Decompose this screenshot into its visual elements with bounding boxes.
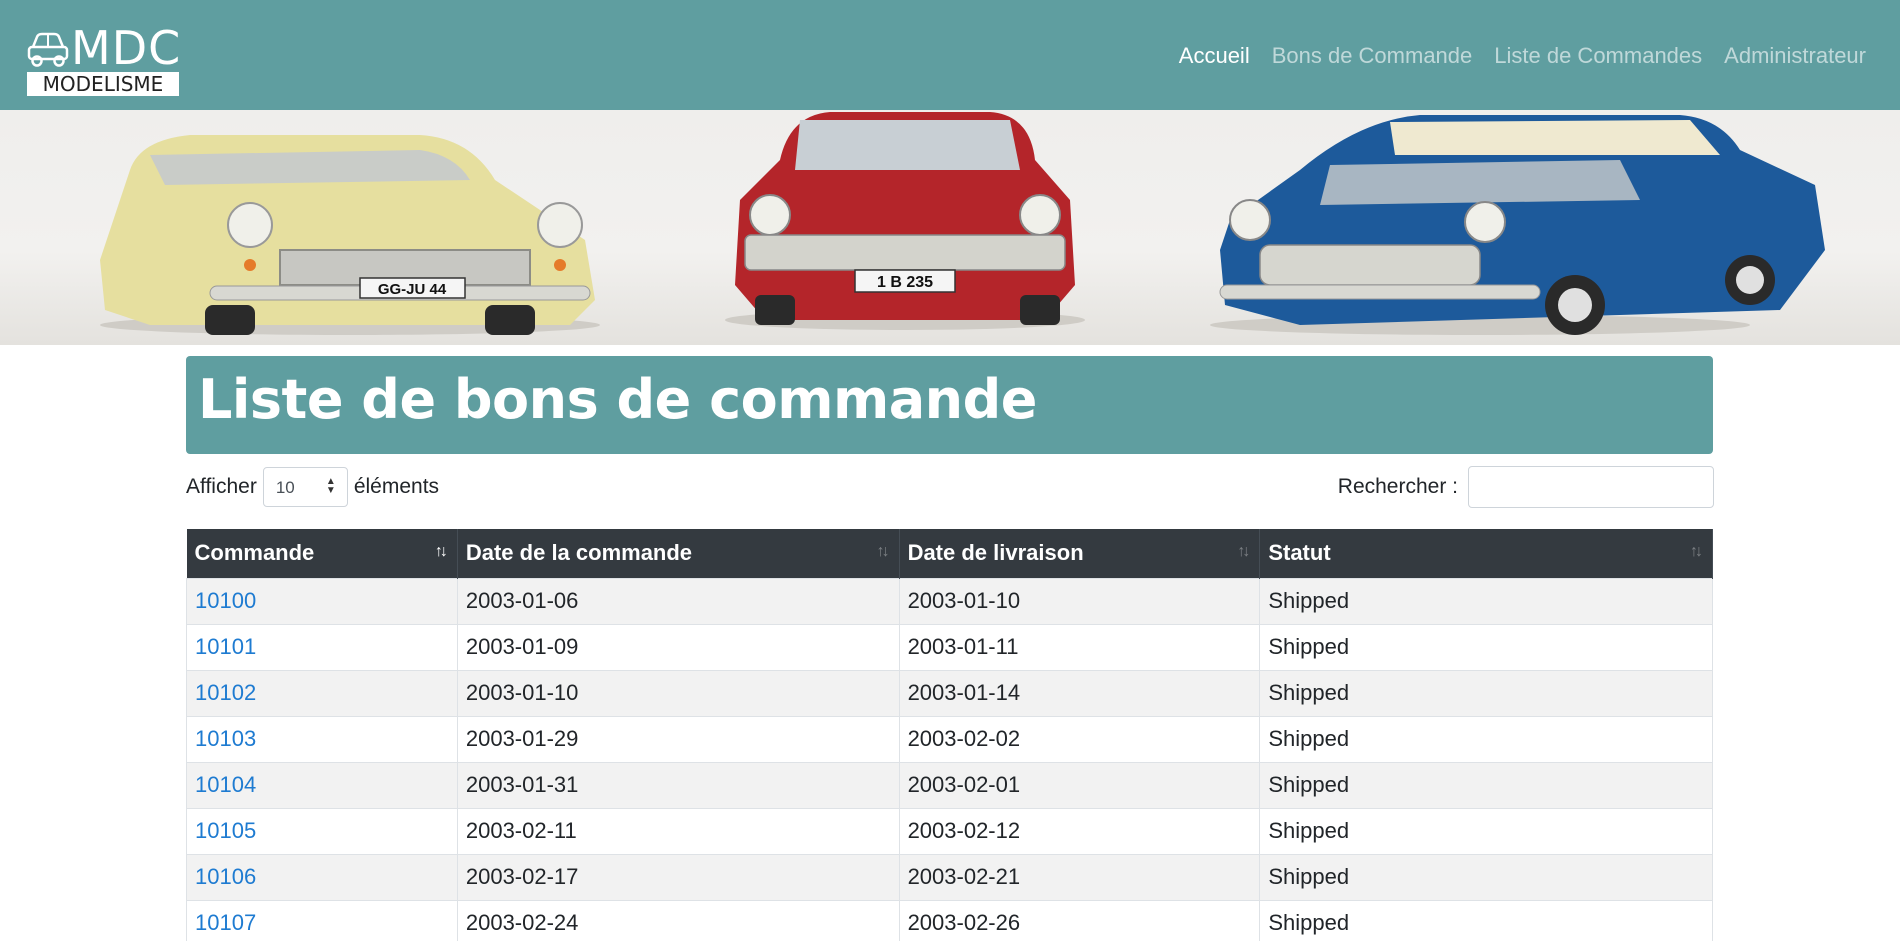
column-header-date-commande[interactable]: Date de la commande ↑↓ <box>457 529 900 578</box>
delivery-date-cell: 2003-02-12 <box>899 807 1261 854</box>
red-car-plate: 1 B 235 <box>877 274 933 291</box>
orders-table: Commande ↑↓ Date de la commande ↑↓ Date de… <box>186 529 1713 941</box>
page-title-bar: Liste de bons de commande <box>186 356 1713 454</box>
nav-link-administrateur[interactable]: Administrateur <box>1724 43 1866 69</box>
page-length-control: Afficher 10 ▲ ▼ éléments <box>186 466 439 508</box>
delivery-date-cell: 2003-02-26 <box>899 899 1261 941</box>
order-link[interactable]: 10100 <box>195 588 256 613</box>
order-date-cell: 2003-02-17 <box>457 853 900 900</box>
brand-subtitle: MODELISME <box>27 72 179 96</box>
search-label: Rechercher : <box>1337 475 1458 498</box>
table-row: 10101 2003-01-09 2003-01-11 Shipped <box>186 623 1713 670</box>
order-date-cell: 2003-01-09 <box>457 623 900 670</box>
table-header-row: Commande ↑↓ Date de la commande ↑↓ Date de… <box>186 529 1713 578</box>
navbar: MDC MODELISME Accueil Bons de Commande L… <box>0 0 1900 110</box>
main-nav: Accueil Bons de Commande Liste de Comman… <box>1179 43 1866 69</box>
sort-icon: ↑↓ <box>1237 543 1250 560</box>
column-header-statut[interactable]: Statut ↑↓ <box>1259 529 1713 578</box>
nav-link-liste-de-commandes[interactable]: Liste de Commandes <box>1494 43 1702 69</box>
search-control: Rechercher : <box>1338 466 1714 508</box>
order-date-cell: 2003-02-11 <box>457 807 900 854</box>
status-cell: Shipped <box>1259 623 1713 670</box>
banner-cars-illustration: GG-JU 44 1 B 235 <box>100 112 1825 335</box>
sort-icon: ↑↓ <box>434 543 448 560</box>
order-link[interactable]: 10104 <box>195 772 256 797</box>
delivery-date-cell: 2003-01-14 <box>899 669 1261 716</box>
delivery-date-cell: 2003-01-11 <box>899 623 1261 670</box>
site-logo[interactable]: MDC MODELISME <box>27 23 180 96</box>
status-cell: Shipped <box>1259 761 1713 808</box>
table-row: 10100 2003-01-06 2003-01-10 Shipped <box>186 577 1713 624</box>
order-link[interactable]: 10106 <box>195 864 256 889</box>
delivery-date-cell: 2003-02-21 <box>899 853 1261 900</box>
show-prefix-label: Afficher <box>186 475 257 498</box>
order-date-cell: 2003-01-29 <box>457 715 900 762</box>
table-row: 10102 2003-01-10 2003-01-14 Shipped <box>186 669 1713 716</box>
status-cell: Shipped <box>1259 577 1713 624</box>
table-row: 10104 2003-01-31 2003-02-01 Shipped <box>186 761 1713 808</box>
car-icon <box>27 32 69 67</box>
brand-name: MDC <box>71 21 182 75</box>
status-cell: Shipped <box>1259 807 1713 854</box>
show-suffix-label: éléments <box>353 475 440 498</box>
yellow-car-plate: GG-JU 44 <box>378 281 447 298</box>
nav-link-accueil[interactable]: Accueil <box>1179 43 1250 69</box>
sort-icon: ↑↓ <box>876 543 890 560</box>
search-input[interactable] <box>1468 466 1714 508</box>
status-cell: Shipped <box>1259 669 1713 716</box>
status-cell: Shipped <box>1259 899 1713 941</box>
delivery-date-cell: 2003-02-01 <box>899 761 1261 808</box>
delivery-date-cell: 2003-02-02 <box>899 715 1261 762</box>
table-body: 10100 2003-01-06 2003-01-10 Shipped 1010… <box>186 577 1713 941</box>
column-header-commande[interactable]: Commande ↑↓ <box>186 529 458 578</box>
page-length-select[interactable]: 10 <box>262 467 348 507</box>
yellow-car: GG-JU 44 <box>100 135 600 335</box>
order-date-cell: 2003-01-31 <box>457 761 900 808</box>
order-date-cell: 2003-01-06 <box>457 577 900 624</box>
table-row: 10103 2003-01-29 2003-02-02 Shipped <box>186 715 1713 762</box>
order-link[interactable]: 10103 <box>195 726 256 751</box>
order-link[interactable]: 10105 <box>195 818 256 843</box>
order-date-cell: 2003-01-10 <box>457 669 900 716</box>
status-cell: Shipped <box>1259 853 1713 900</box>
red-car: 1 B 235 <box>725 112 1085 330</box>
status-cell: Shipped <box>1259 715 1713 762</box>
blue-car <box>1210 115 1825 335</box>
column-header-date-livraison[interactable]: Date de livraison ↑↓ <box>899 529 1261 578</box>
table-row: 10107 2003-02-24 2003-02-26 Shipped <box>186 899 1713 941</box>
page-title: Liste de bons de commande <box>198 368 1037 431</box>
sort-icon: ↑↓ <box>1690 543 1703 560</box>
delivery-date-cell: 2003-01-10 <box>899 577 1261 624</box>
nav-link-bons-de-commande[interactable]: Bons de Commande <box>1272 43 1473 69</box>
hero-banner: GG-JU 44 1 B 235 <box>0 110 1900 345</box>
order-link[interactable]: 10101 <box>195 634 256 659</box>
order-link[interactable]: 10107 <box>195 910 256 935</box>
order-link[interactable]: 10102 <box>195 680 256 705</box>
table-row: 10106 2003-02-17 2003-02-21 Shipped <box>186 853 1713 900</box>
page-length-select-wrap: 10 ▲ ▼ <box>257 467 354 507</box>
order-date-cell: 2003-02-24 <box>457 899 900 941</box>
table-row: 10105 2003-02-11 2003-02-12 Shipped <box>186 807 1713 854</box>
